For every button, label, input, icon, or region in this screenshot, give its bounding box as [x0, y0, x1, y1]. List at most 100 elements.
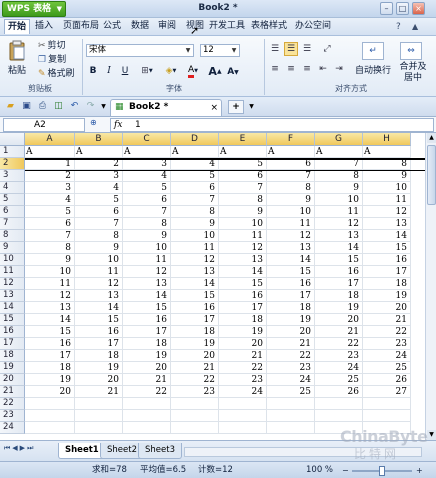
cell-g1[interactable]: A — [315, 146, 363, 158]
cut-button[interactable]: ✂ 剪切 — [38, 40, 66, 52]
chevron-down-icon[interactable]: ▼ — [97, 100, 110, 113]
merge-center-label[interactable]: 合并及居中 — [398, 62, 428, 83]
cell-c18[interactable]: 19 — [123, 350, 171, 362]
cell-d13[interactable]: 15 — [171, 290, 219, 302]
cell-h21[interactable]: 27 — [363, 386, 411, 398]
cell-b5[interactable]: 5 — [75, 194, 123, 206]
cell-h19[interactable]: 25 — [363, 362, 411, 374]
cell-d2[interactable]: 4 — [171, 158, 219, 170]
row-header-6[interactable]: 6 — [0, 206, 25, 218]
grow-font-button[interactable]: A ▲ — [208, 64, 222, 78]
cell-c21[interactable]: 22 — [123, 386, 171, 398]
cell-b21[interactable]: 21 — [75, 386, 123, 398]
cell-e16[interactable]: 19 — [219, 326, 267, 338]
fx-icon[interactable]: fx — [114, 119, 122, 131]
cell-f23[interactable] — [267, 410, 315, 422]
cell-c23[interactable] — [123, 410, 171, 422]
sheet-nav-arrows-icon[interactable]: ⏮◀▶⏭ — [4, 444, 35, 453]
cell-f5[interactable]: 9 — [267, 194, 315, 206]
row-header-8[interactable]: 8 — [0, 230, 25, 242]
cell-a7[interactable]: 6 — [25, 218, 75, 230]
cell-c14[interactable]: 15 — [123, 302, 171, 314]
cell-e22[interactable] — [219, 398, 267, 410]
vertical-scrollbar[interactable]: ▲ ▼ — [425, 133, 436, 440]
row-header-17[interactable]: 17 — [0, 338, 25, 350]
minimize-button[interactable]: – — [380, 2, 393, 15]
cell-e18[interactable]: 21 — [219, 350, 267, 362]
format-painter-button[interactable]: ✎ 格式刷 — [38, 68, 75, 80]
cell-b12[interactable]: 12 — [75, 278, 123, 290]
cell-h15[interactable]: 21 — [363, 314, 411, 326]
cell-a23[interactable] — [25, 410, 75, 422]
cell-e10[interactable]: 13 — [219, 254, 267, 266]
zoom-out-icon[interactable]: − — [342, 465, 349, 476]
cell-d24[interactable] — [171, 422, 219, 434]
help-icon[interactable]: ? — [396, 22, 401, 32]
cell-f2[interactable]: 6 — [267, 158, 315, 170]
cell-a13[interactable]: 12 — [25, 290, 75, 302]
row-header-20[interactable]: 20 — [0, 374, 25, 386]
cell-c1[interactable]: A — [123, 146, 171, 158]
ribbon-collapse-icon[interactable]: ▲ — [412, 22, 418, 31]
italic-button[interactable]: I — [102, 64, 116, 78]
cell-h18[interactable]: 24 — [363, 350, 411, 362]
row-header-18[interactable]: 18 — [0, 350, 25, 362]
cell-d6[interactable]: 8 — [171, 206, 219, 218]
cell-g16[interactable]: 21 — [315, 326, 363, 338]
cell-c3[interactable]: 4 — [123, 170, 171, 182]
align-left-button[interactable]: ≡ — [268, 62, 282, 76]
cell-b13[interactable]: 13 — [75, 290, 123, 302]
cell-f6[interactable]: 10 — [267, 206, 315, 218]
copy-button[interactable]: ❐ 复制 — [38, 54, 66, 66]
cell-d16[interactable]: 18 — [171, 326, 219, 338]
cell-g10[interactable]: 15 — [315, 254, 363, 266]
cell-f3[interactable]: 7 — [267, 170, 315, 182]
row-header-2[interactable]: 2 — [0, 158, 25, 170]
menu-formulas[interactable]: 公式 — [100, 20, 124, 33]
menu-developer[interactable]: 开发工具 — [206, 20, 248, 33]
cell-e12[interactable]: 15 — [219, 278, 267, 290]
cell-a15[interactable]: 14 — [25, 314, 75, 326]
select-all-corner[interactable] — [0, 133, 25, 146]
cell-d19[interactable]: 21 — [171, 362, 219, 374]
cell-a21[interactable]: 20 — [25, 386, 75, 398]
cell-a3[interactable]: 2 — [25, 170, 75, 182]
cell-d3[interactable]: 5 — [171, 170, 219, 182]
row-header-16[interactable]: 16 — [0, 326, 25, 338]
cell-a16[interactable]: 15 — [25, 326, 75, 338]
scroll-down-icon[interactable]: ▼ — [427, 430, 436, 440]
cell-f10[interactable]: 14 — [267, 254, 315, 266]
cell-b23[interactable] — [75, 410, 123, 422]
cell-a12[interactable]: 11 — [25, 278, 75, 290]
font-name-select[interactable]: 宋体 ▼ — [86, 44, 194, 57]
cell-e4[interactable]: 7 — [219, 182, 267, 194]
paste-button[interactable] — [6, 40, 28, 62]
row-header-19[interactable]: 19 — [0, 362, 25, 374]
cell-a5[interactable]: 4 — [25, 194, 75, 206]
cell-f13[interactable]: 17 — [267, 290, 315, 302]
cell-h3[interactable]: 9 — [363, 170, 411, 182]
cell-c13[interactable]: 14 — [123, 290, 171, 302]
cell-h9[interactable]: 15 — [363, 242, 411, 254]
cell-h4[interactable]: 10 — [363, 182, 411, 194]
cell-a2[interactable]: 1 — [25, 158, 75, 170]
chevron-down-icon[interactable]: ▼ — [245, 100, 258, 113]
cell-b10[interactable]: 10 — [75, 254, 123, 266]
cell-e14[interactable]: 17 — [219, 302, 267, 314]
cell-e7[interactable]: 10 — [219, 218, 267, 230]
scroll-thumb[interactable] — [427, 145, 436, 205]
row-header-9[interactable]: 9 — [0, 242, 25, 254]
cell-a9[interactable]: 8 — [25, 242, 75, 254]
cell-g7[interactable]: 12 — [315, 218, 363, 230]
cell-a11[interactable]: 10 — [25, 266, 75, 278]
undo-icon[interactable]: ↶ — [68, 100, 81, 113]
cell-d1[interactable]: A — [171, 146, 219, 158]
cell-e15[interactable]: 18 — [219, 314, 267, 326]
cell-b6[interactable]: 6 — [75, 206, 123, 218]
align-top-button[interactable]: ☰ — [268, 42, 282, 56]
cell-a10[interactable]: 9 — [25, 254, 75, 266]
cell-d15[interactable]: 17 — [171, 314, 219, 326]
cell-b19[interactable]: 19 — [75, 362, 123, 374]
cell-h20[interactable]: 26 — [363, 374, 411, 386]
column-header-e[interactable]: E — [219, 133, 267, 146]
